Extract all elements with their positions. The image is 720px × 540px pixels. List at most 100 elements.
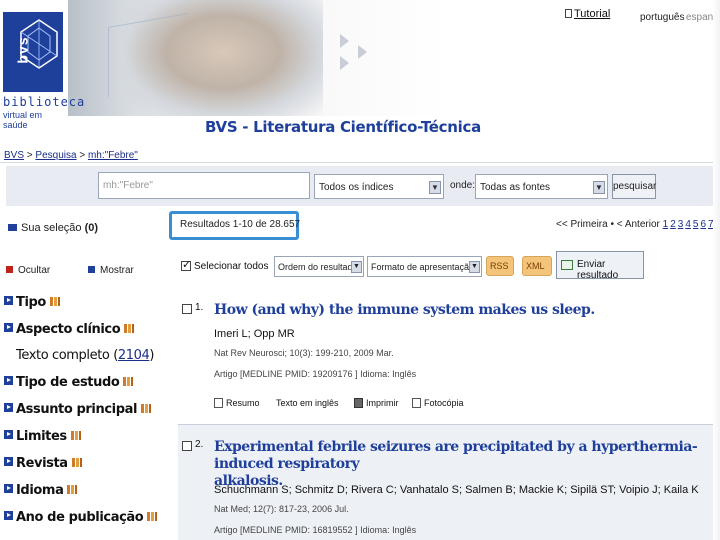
expand-arrow-icon xyxy=(4,323,13,332)
facet-limites[interactable]: Limites xyxy=(4,429,81,444)
select-all-checkbox[interactable] xyxy=(181,258,191,271)
expand-arrow-icon xyxy=(4,457,13,466)
logo-line-2: virtual em saúde xyxy=(3,110,43,130)
photocopy-label: Fotocópia xyxy=(424,398,464,408)
breadcrumb-home[interactable]: BVS xyxy=(4,150,24,161)
result-checkbox[interactable] xyxy=(182,304,192,314)
abstract-link[interactable]: Resumo xyxy=(214,398,260,408)
result-checkbox[interactable] xyxy=(182,441,192,451)
result-title-link[interactable]: How (and why) the immune system makes us… xyxy=(214,302,595,319)
full-text-label: Texto em inglês xyxy=(276,398,339,408)
result-title-link[interactable]: Experimental febrile seizures are precip… xyxy=(214,439,720,490)
search-input[interactable]: mh:"Febre" xyxy=(98,172,310,199)
hide-icon xyxy=(6,266,13,273)
facet-tipo[interactable]: Tipo xyxy=(4,295,60,310)
pager-page[interactable]: 1 xyxy=(663,219,669,230)
chevron-decoration xyxy=(358,45,367,59)
result-meta: Artigo [MEDLINE PMID: 16819552 ] Idioma:… xyxy=(214,525,417,535)
result-source: Nat Med; 12(7): 817-23, 2006 Jul. xyxy=(214,504,349,514)
show-icon xyxy=(88,266,95,273)
photocopy-link[interactable]: Fotocópia xyxy=(412,398,464,408)
expand-arrow-icon xyxy=(4,296,13,305)
full-text-english-link[interactable]: Texto em inglês xyxy=(276,398,339,408)
result-number: 1. xyxy=(195,302,204,313)
chevron-down-icon: ▼ xyxy=(593,181,605,194)
document-icon xyxy=(565,9,572,18)
send-results-button[interactable]: Enviar resultado xyxy=(556,251,644,281)
expand-arrow-icon xyxy=(4,376,13,385)
bar-chart-icon[interactable] xyxy=(123,377,134,386)
tutorial-link[interactable]: Tutorial xyxy=(565,8,610,20)
chevron-down-icon: ▼ xyxy=(469,261,480,273)
facet-tipo-de-estudo[interactable]: Tipo de estudo xyxy=(4,375,134,390)
result-source: Nat Rev Neurosci; 10(3): 199-210, 2009 M… xyxy=(214,348,394,358)
bar-chart-icon[interactable] xyxy=(70,431,81,440)
source-select[interactable]: Todas as fontes ▼ xyxy=(475,174,608,199)
breadcrumb-query[interactable]: mh:"Febre" xyxy=(88,150,138,161)
xml-button[interactable]: XML xyxy=(522,256,552,276)
language-portuguese[interactable]: português xyxy=(640,12,684,23)
bar-chart-icon[interactable] xyxy=(124,324,135,333)
bvs-logo[interactable]: bvs biblioteca virtual em saúde xyxy=(3,12,86,136)
expand-arrow-icon xyxy=(4,403,13,412)
print-link[interactable]: Imprimir xyxy=(354,398,399,408)
right-edge-shadow xyxy=(713,0,720,540)
bar-chart-icon[interactable] xyxy=(141,404,152,413)
index-select-value: Todos os índices xyxy=(319,182,394,193)
expand-arrow-icon xyxy=(4,511,13,520)
printer-icon xyxy=(354,398,363,408)
facet-texto-completo[interactable]: Texto completo (2104) xyxy=(16,348,154,363)
pager-prev[interactable]: < Anterior xyxy=(617,219,660,230)
facet-assunto-principal[interactable]: Assunto principal xyxy=(4,402,152,417)
facet-label: Texto completo xyxy=(16,348,110,363)
expand-arrow-icon xyxy=(4,430,13,439)
header-divider xyxy=(0,162,720,163)
bar-chart-icon[interactable] xyxy=(49,297,60,306)
photocopy-icon xyxy=(412,398,421,408)
hexagon-emblem-icon xyxy=(20,19,58,69)
show-filters-button[interactable]: Mostrar xyxy=(88,265,134,276)
format-select[interactable]: Formato de apresentação ▼ xyxy=(367,256,482,277)
select-all-label: Selecionar todos xyxy=(194,261,269,272)
facet-ano-de-publicacao[interactable]: Ano de publicação xyxy=(4,510,158,525)
envelope-icon xyxy=(561,260,573,270)
breadcrumb: BVS > Pesquisa > mh:"Febre" xyxy=(4,150,138,161)
facet-aspecto-clinico[interactable]: Aspecto clínico xyxy=(4,322,135,337)
pager-page[interactable]: 2 xyxy=(670,219,676,230)
where-label: onde: xyxy=(450,180,476,191)
document-icon xyxy=(214,398,223,408)
bvs-emblem: bvs xyxy=(3,12,63,92)
bar-chart-icon[interactable] xyxy=(147,512,158,521)
index-select[interactable]: Todos os índices ▼ xyxy=(314,174,444,199)
pager-first[interactable]: << Primeira xyxy=(556,219,608,230)
my-selection-label: Sua seleção xyxy=(21,222,82,234)
result-meta: Artigo [MEDLINE PMID: 19209176 ] Idioma:… xyxy=(214,369,417,379)
facet-revista[interactable]: Revista xyxy=(4,456,82,471)
logo-line-1: biblioteca xyxy=(3,95,86,109)
banner-grid-decoration xyxy=(108,12,188,98)
pager-page[interactable]: 6 xyxy=(700,219,706,230)
hide-filters-button[interactable]: Ocultar xyxy=(6,265,50,276)
facet-idioma[interactable]: Idioma xyxy=(4,483,78,498)
search-button[interactable]: pesquisar xyxy=(612,174,656,199)
bar-chart-icon[interactable] xyxy=(67,485,78,494)
chevron-down-icon: ▼ xyxy=(351,261,362,273)
facet-label: Assunto principal xyxy=(16,402,138,417)
facet-count[interactable]: 2104 xyxy=(118,348,150,363)
bar-chart-icon[interactable] xyxy=(71,458,82,467)
facet-label: Idioma xyxy=(16,483,64,498)
page-title: BVS - Literatura Científico-Técnica xyxy=(205,118,481,136)
tutorial-label[interactable]: Tutorial xyxy=(574,8,610,20)
logo-text: bvs xyxy=(14,36,31,64)
facet-label: Tipo de estudo xyxy=(16,375,120,390)
order-select[interactable]: Ordem do resultado ▼ xyxy=(274,256,364,277)
pager-page[interactable]: 3 xyxy=(678,219,684,230)
pager-page[interactable]: 4 xyxy=(685,219,691,230)
pagination: << Primeira • < Anterior 12345678910Pr xyxy=(556,219,720,230)
my-selection[interactable]: Sua seleção (0) xyxy=(8,222,98,234)
pager-page[interactable]: 5 xyxy=(693,219,699,230)
rss-button[interactable]: RSS xyxy=(486,256,514,276)
breadcrumb-separator: > xyxy=(76,150,88,161)
breadcrumb-search[interactable]: Pesquisa xyxy=(35,150,76,161)
chevron-decoration xyxy=(340,56,349,70)
